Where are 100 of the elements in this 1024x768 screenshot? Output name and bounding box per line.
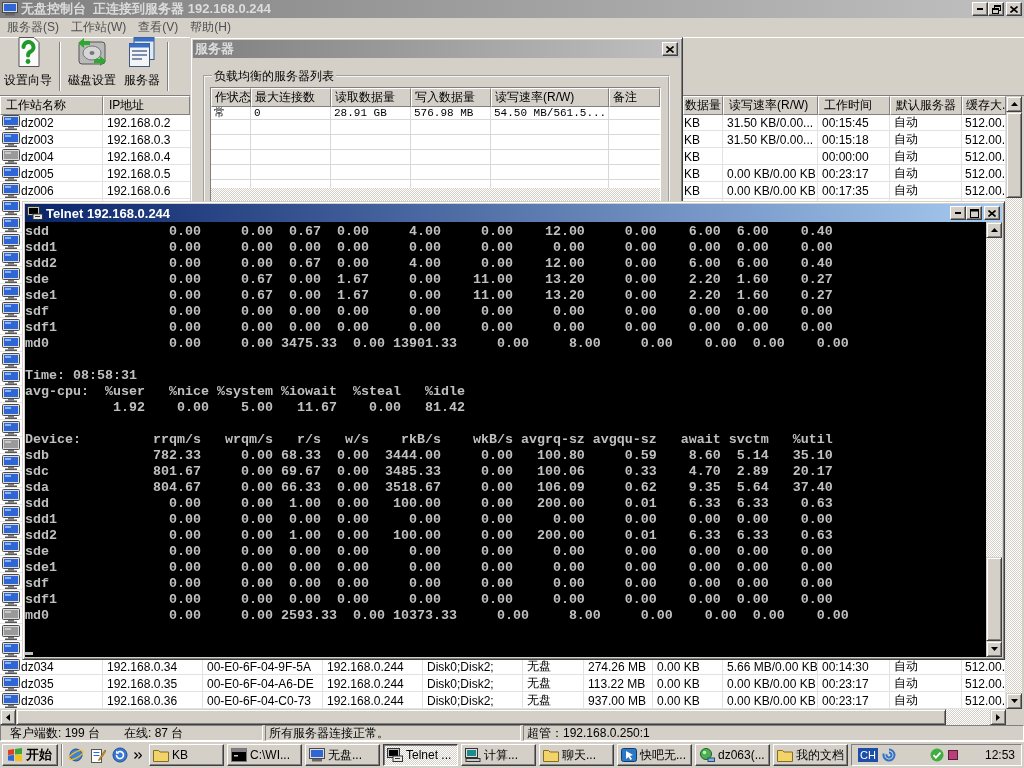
column-header[interactable]: 工作站名称 bbox=[0, 96, 103, 115]
table-cell-text: 00:23:17 bbox=[821, 165, 870, 182]
taskbar-button[interactable]: 快吧无... bbox=[617, 744, 692, 766]
document-pen-icon[interactable] bbox=[90, 747, 106, 763]
square-icon[interactable] bbox=[947, 750, 958, 760]
table-cell-text: 192.168.0.35 bbox=[106, 675, 179, 692]
table-cell-text: 0.00 KB/0.00 KB bbox=[726, 182, 817, 199]
taskbar-button[interactable]: dz063(... bbox=[695, 744, 770, 766]
check-disc-icon[interactable] bbox=[929, 748, 944, 762]
taskbar-button[interactable]: 计算... bbox=[461, 744, 536, 766]
taskbar-button[interactable]: 无盘... bbox=[305, 744, 380, 766]
scroll-up-button[interactable] bbox=[1006, 96, 1022, 112]
scroll-thumb[interactable] bbox=[986, 557, 1002, 641]
column-header[interactable]: 工作时间 bbox=[818, 96, 890, 115]
column-header[interactable]: 备注 bbox=[609, 88, 660, 107]
scroll-up-button[interactable] bbox=[986, 222, 1002, 238]
table-cell-text: 00-E0-6F-04-C0-73 bbox=[206, 692, 313, 709]
terminal-line: sdd1 0.00 0.00 0.00 0.00 0.00 0.00 0.00 0.00 0.00 0.00 0.00 bbox=[25, 512, 833, 528]
column-header[interactable]: 读写速率(R/W) bbox=[491, 88, 609, 107]
swirl-icon[interactable] bbox=[881, 748, 896, 762]
table-cell-text: 自动 bbox=[893, 148, 919, 165]
workstation-name: dz035 bbox=[21, 676, 54, 691]
table-cell-text: 无盘 bbox=[526, 692, 552, 709]
table-cell-text: 512.00. bbox=[964, 675, 1006, 692]
column-header[interactable]: 数据量 bbox=[683, 96, 723, 115]
terminal-line: sdd1 0.00 0.00 0.00 0.00 0.00 0.00 0.00 0.00 0.00 0.00 0.00 bbox=[25, 240, 833, 256]
terminal-line: sdf1 0.00 0.00 0.00 0.00 0.00 0.00 0.00 0.00 0.00 0.00 0.00 bbox=[25, 592, 833, 608]
globe-ring-icon[interactable] bbox=[68, 747, 84, 763]
language-indicator[interactable]: CH bbox=[858, 748, 878, 762]
workstation-name: dz034 bbox=[21, 659, 54, 674]
maximize-button[interactable] bbox=[966, 206, 982, 220]
terminal-line: sdd2 0.00 0.00 0.67 0.00 4.00 0.00 12.00 0.00 6.00 6.00 0.40 bbox=[25, 256, 833, 272]
terminal-line: Device: rrqm/s wrqm/s r/s w/s rkB/s wkB/s avgrq-sz avgqu-sz await svctm %util bbox=[25, 432, 833, 448]
scroll-down-button[interactable] bbox=[1006, 693, 1022, 709]
table-cell-text: 192.168.0.244 bbox=[326, 692, 405, 709]
table-cell-text: 54.50 MB/561.5... bbox=[493, 105, 608, 120]
terminal-line: sdd2 0.00 0.00 1.00 0.00 100.00 0.00 200.00 0.01 6.33 6.33 0.63 bbox=[25, 528, 833, 544]
workstation-name: dz005 bbox=[21, 166, 54, 181]
taskbar-button[interactable]: 聊天... bbox=[539, 744, 614, 766]
taskbar-button[interactable]: Telnet ... bbox=[383, 744, 458, 766]
column-header[interactable]: 读写速率(R/W) bbox=[723, 96, 818, 115]
taskbar-button[interactable]: 我的文档 bbox=[773, 744, 848, 766]
toolbar-button[interactable]: 磁盘设置 bbox=[64, 38, 120, 95]
group-label: 负载均衡的服务器列表 bbox=[213, 69, 335, 83]
column-header[interactable]: IP地址 bbox=[103, 96, 190, 115]
table-cell-text: 自动 bbox=[893, 692, 919, 709]
circle-arrow-icon[interactable] bbox=[112, 747, 128, 763]
toolbar-button[interactable]: 服务器 bbox=[120, 38, 164, 95]
disk-arrows-icon bbox=[76, 36, 108, 68]
menu-item[interactable]: 工作站(W) bbox=[65, 19, 133, 36]
close-icon bbox=[988, 209, 996, 217]
down-arrow-icon bbox=[990, 647, 998, 651]
window-title: 服务器 bbox=[195, 40, 234, 58]
column-header[interactable]: 缓存大. bbox=[962, 96, 1006, 115]
table-cell-text: 00:17:35 bbox=[821, 182, 870, 199]
table-cell-text: 192.168.0.4 bbox=[106, 148, 172, 165]
terminal-line: sde 0.00 0.00 0.00 0.00 0.00 0.00 0.00 0.00 0.00 0.00 0.00 bbox=[25, 544, 833, 560]
scroll-right-button[interactable] bbox=[990, 709, 1006, 725]
scroll-left-button[interactable] bbox=[0, 709, 16, 725]
terminal-line: sdf 0.00 0.00 0.00 0.00 0.00 0.00 0.00 0.00 0.00 0.00 0.00 bbox=[25, 576, 833, 592]
table-cell-text: 无盘 bbox=[526, 658, 552, 675]
column-header[interactable]: 最大连接数 bbox=[251, 88, 331, 107]
table-cell-text: 00:23:17 bbox=[821, 675, 870, 692]
column-header[interactable]: 作状态 bbox=[211, 88, 251, 107]
minimize-button[interactable] bbox=[950, 206, 966, 220]
scroll-thumb[interactable] bbox=[1006, 112, 1022, 198]
table-cell-text: 512.00. bbox=[964, 148, 1006, 165]
chevron-icon[interactable] bbox=[134, 751, 142, 759]
table-cell-text: 192.168.0.36 bbox=[106, 692, 179, 709]
close-button[interactable] bbox=[662, 42, 678, 56]
close-button[interactable] bbox=[984, 206, 1000, 220]
table-cell-text: 274.26 MB bbox=[587, 658, 648, 675]
terminal-line: sda 804.67 0.00 66.33 0.00 3518.67 0.00 106.09 0.62 9.35 5.64 37.40 bbox=[25, 480, 833, 496]
taskbar-button[interactable]: KB bbox=[149, 744, 224, 766]
restore-button[interactable] bbox=[988, 2, 1004, 16]
workstation-name: dz006 bbox=[21, 183, 54, 198]
table-cell-text: KB bbox=[683, 148, 701, 165]
menu-item[interactable]: 查看(V) bbox=[132, 19, 185, 36]
minimize-icon bbox=[977, 8, 983, 10]
menu-item[interactable]: 服务器(S) bbox=[1, 19, 65, 36]
folder-icon bbox=[153, 748, 169, 762]
terminal-line: sdd 0.00 0.00 1.00 0.00 100.00 0.00 200.00 0.01 6.33 6.33 0.63 bbox=[25, 496, 833, 512]
column-header[interactable]: 默认服务器 bbox=[890, 96, 962, 115]
scroll-down-button[interactable] bbox=[986, 641, 1002, 657]
table-cell-text: 自动 bbox=[893, 658, 919, 675]
close-button[interactable] bbox=[1006, 2, 1022, 16]
table-cell-text: 576.98 MB bbox=[413, 105, 475, 120]
column-header[interactable]: 写入数据量 bbox=[411, 88, 491, 107]
menu-item[interactable]: 帮助(H) bbox=[184, 19, 237, 36]
column-header[interactable]: 读取数据量 bbox=[331, 88, 411, 107]
workstation-name: dz004 bbox=[21, 149, 54, 164]
minimize-button[interactable] bbox=[972, 2, 988, 16]
table-cell-text: 自动 bbox=[893, 675, 919, 692]
taskbar-button[interactable]: C:\WI... bbox=[227, 744, 302, 766]
start-button[interactable]: 开始 bbox=[2, 744, 58, 766]
terminal-line: sde1 0.00 0.67 0.00 1.67 0.00 11.00 13.20 0.00 2.20 1.60 0.27 bbox=[25, 288, 833, 304]
toolbar-button[interactable]: 设置向导 bbox=[0, 38, 56, 95]
restore-icon bbox=[991, 4, 1001, 14]
window-title: 无盘控制台 正连接到服务器 192.168.0.244 bbox=[21, 0, 271, 18]
table-cell-text: 512.00. bbox=[964, 658, 1006, 675]
